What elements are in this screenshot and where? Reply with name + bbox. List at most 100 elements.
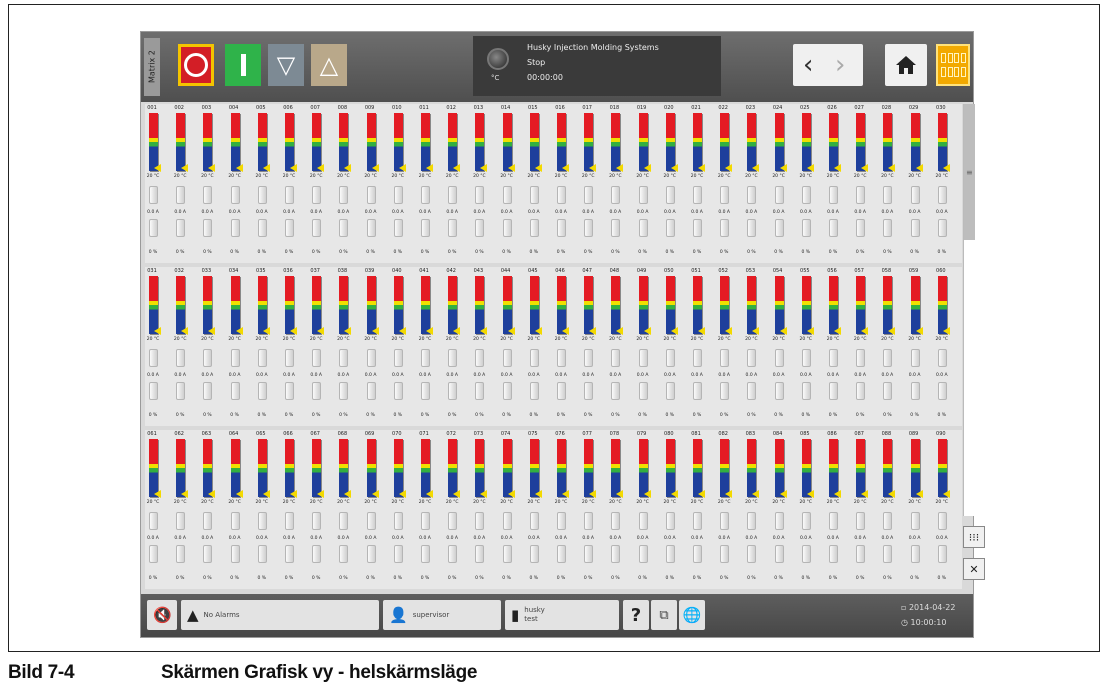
zone-049[interactable]: 049 20 °C 0.0 A 0 % xyxy=(635,267,661,424)
zone-078[interactable]: 078 20 °C 0.0 A 0 % xyxy=(607,430,633,587)
zone-056[interactable]: 056 20 °C 0.0 A 0 % xyxy=(825,267,851,424)
zone-067[interactable]: 067 20 °C 0.0 A 0 % xyxy=(308,430,334,587)
zone-010[interactable]: 010 20 °C 0.0 A 0 % xyxy=(390,104,416,261)
scroll-thumb[interactable]: ≡ xyxy=(964,104,975,240)
zone-025[interactable]: 025 20 °C 0.0 A 0 % xyxy=(798,104,824,261)
zone-001[interactable]: 001 20 °C 0.0 A 0 % xyxy=(145,104,171,261)
zone-046[interactable]: 046 20 °C 0.0 A 0 % xyxy=(553,267,579,424)
zone-021[interactable]: 021 20 °C 0.0 A 0 % xyxy=(689,104,715,261)
zone-007[interactable]: 007 20 °C 0.0 A 0 % xyxy=(308,104,334,261)
zone-074[interactable]: 074 20 °C 0.0 A 0 % xyxy=(499,430,525,587)
vertical-scrollbar[interactable]: ≡ xyxy=(963,104,975,516)
zone-048[interactable]: 048 20 °C 0.0 A 0 % xyxy=(607,267,633,424)
zone-005[interactable]: 005 20 °C 0.0 A 0 % xyxy=(254,104,280,261)
zone-047[interactable]: 047 20 °C 0.0 A 0 % xyxy=(580,267,606,424)
zone-080[interactable]: 080 20 °C 0.0 A 0 % xyxy=(662,430,688,587)
zone-066[interactable]: 066 20 °C 0.0 A 0 % xyxy=(281,430,307,587)
zone-064[interactable]: 064 20 °C 0.0 A 0 % xyxy=(227,430,253,587)
zone-045[interactable]: 045 20 °C 0.0 A 0 % xyxy=(526,267,552,424)
deselect-zones-button[interactable]: ✕ xyxy=(963,558,985,580)
setback-button[interactable]: ▽ xyxy=(268,44,304,86)
unit-label[interactable]: °C xyxy=(491,74,499,82)
zone-027[interactable]: 027 20 °C 0.0 A 0 % xyxy=(852,104,878,261)
zone-058[interactable]: 058 20 °C 0.0 A 0 % xyxy=(879,267,905,424)
zone-006[interactable]: 006 20 °C 0.0 A 0 % xyxy=(281,104,307,261)
zone-079[interactable]: 079 20 °C 0.0 A 0 % xyxy=(635,430,661,587)
zone-073[interactable]: 073 20 °C 0.0 A 0 % xyxy=(471,430,497,587)
zone-084[interactable]: 084 20 °C 0.0 A 0 % xyxy=(771,430,797,587)
zone-003[interactable]: 003 20 °C 0.0 A 0 % xyxy=(199,104,225,261)
zone-grid-button[interactable] xyxy=(936,44,970,86)
zone-004[interactable]: 004 20 °C 0.0 A 0 % xyxy=(227,104,253,261)
zone-034[interactable]: 034 20 °C 0.0 A 0 % xyxy=(227,267,253,424)
zone-053[interactable]: 053 20 °C 0.0 A 0 % xyxy=(743,267,769,424)
zone-057[interactable]: 057 20 °C 0.0 A 0 % xyxy=(852,267,878,424)
zone-035[interactable]: 035 20 °C 0.0 A 0 % xyxy=(254,267,280,424)
mute-button[interactable]: 🔇 xyxy=(147,600,177,630)
zone-065[interactable]: 065 20 °C 0.0 A 0 % xyxy=(254,430,280,587)
zone-002[interactable]: 002 20 °C 0.0 A 0 % xyxy=(172,104,198,261)
zone-086[interactable]: 086 20 °C 0.0 A 0 % xyxy=(825,430,851,587)
zone-040[interactable]: 040 20 °C 0.0 A 0 % xyxy=(390,267,416,424)
zone-026[interactable]: 026 20 °C 0.0 A 0 % xyxy=(825,104,851,261)
zone-059[interactable]: 059 20 °C 0.0 A 0 % xyxy=(907,267,933,424)
zone-069[interactable]: 069 20 °C 0.0 A 0 % xyxy=(363,430,389,587)
home-button[interactable] xyxy=(885,44,927,86)
zone-008[interactable]: 008 20 °C 0.0 A 0 % xyxy=(335,104,361,261)
start-button[interactable] xyxy=(225,44,261,86)
alarms-button[interactable]: ▲ No Alarms xyxy=(181,600,379,630)
zone-029[interactable]: 029 20 °C 0.0 A 0 % xyxy=(907,104,933,261)
zone-028[interactable]: 028 20 °C 0.0 A 0 % xyxy=(879,104,905,261)
language-button[interactable]: 🌐 xyxy=(679,600,705,630)
zone-070[interactable]: 070 20 °C 0.0 A 0 % xyxy=(390,430,416,587)
zone-061[interactable]: 061 20 °C 0.0 A 0 % xyxy=(145,430,171,587)
zone-038[interactable]: 038 20 °C 0.0 A 0 % xyxy=(335,267,361,424)
zone-071[interactable]: 071 20 °C 0.0 A 0 % xyxy=(417,430,443,587)
zone-041[interactable]: 041 20 °C 0.0 A 0 % xyxy=(417,267,443,424)
zone-043[interactable]: 043 20 °C 0.0 A 0 % xyxy=(471,267,497,424)
screenshot-button[interactable]: ⧉ xyxy=(651,600,677,630)
zone-082[interactable]: 082 20 °C 0.0 A 0 % xyxy=(716,430,742,587)
help-button[interactable]: ? xyxy=(623,600,649,630)
zone-037[interactable]: 037 20 °C 0.0 A 0 % xyxy=(308,267,334,424)
zone-062[interactable]: 062 20 °C 0.0 A 0 % xyxy=(172,430,198,587)
zone-022[interactable]: 022 20 °C 0.0 A 0 % xyxy=(716,104,742,261)
zone-089[interactable]: 089 20 °C 0.0 A 0 % xyxy=(907,430,933,587)
select-all-zones-button[interactable]: ⁝⁝⁝ xyxy=(963,526,985,548)
zone-088[interactable]: 088 20 °C 0.0 A 0 % xyxy=(879,430,905,587)
zone-012[interactable]: 012 20 °C 0.0 A 0 % xyxy=(444,104,470,261)
zone-013[interactable]: 013 20 °C 0.0 A 0 % xyxy=(471,104,497,261)
zone-030[interactable]: 030 20 °C 0.0 A 0 % xyxy=(934,104,960,261)
zone-011[interactable]: 011 20 °C 0.0 A 0 % xyxy=(417,104,443,261)
stop-button[interactable] xyxy=(178,44,214,86)
zone-009[interactable]: 009 20 °C 0.0 A 0 % xyxy=(363,104,389,261)
zone-083[interactable]: 083 20 °C 0.0 A 0 % xyxy=(743,430,769,587)
zone-087[interactable]: 087 20 °C 0.0 A 0 % xyxy=(852,430,878,587)
nav-prev-button[interactable]: ‹ xyxy=(803,50,813,80)
zone-052[interactable]: 052 20 °C 0.0 A 0 % xyxy=(716,267,742,424)
nav-next-button[interactable]: › xyxy=(835,50,845,80)
zone-090[interactable]: 090 20 °C 0.0 A 0 % xyxy=(934,430,960,587)
zone-031[interactable]: 031 20 °C 0.0 A 0 % xyxy=(145,267,171,424)
boost-button[interactable]: △ xyxy=(311,44,347,86)
zone-020[interactable]: 020 20 °C 0.0 A 0 % xyxy=(662,104,688,261)
zone-024[interactable]: 024 20 °C 0.0 A 0 % xyxy=(771,104,797,261)
zone-051[interactable]: 051 20 °C 0.0 A 0 % xyxy=(689,267,715,424)
zone-075[interactable]: 075 20 °C 0.0 A 0 % xyxy=(526,430,552,587)
user-button[interactable]: 👤 supervisor xyxy=(383,600,501,630)
zone-023[interactable]: 023 20 °C 0.0 A 0 % xyxy=(743,104,769,261)
zone-055[interactable]: 055 20 °C 0.0 A 0 % xyxy=(798,267,824,424)
matrix-tab[interactable]: Matrix 2 xyxy=(144,38,160,96)
zone-014[interactable]: 014 20 °C 0.0 A 0 % xyxy=(499,104,525,261)
zone-054[interactable]: 054 20 °C 0.0 A 0 % xyxy=(771,267,797,424)
zone-081[interactable]: 081 20 °C 0.0 A 0 % xyxy=(689,430,715,587)
zone-039[interactable]: 039 20 °C 0.0 A 0 % xyxy=(363,267,389,424)
zone-050[interactable]: 050 20 °C 0.0 A 0 % xyxy=(662,267,688,424)
zone-036[interactable]: 036 20 °C 0.0 A 0 % xyxy=(281,267,307,424)
zone-042[interactable]: 042 20 °C 0.0 A 0 % xyxy=(444,267,470,424)
zone-063[interactable]: 063 20 °C 0.0 A 0 % xyxy=(199,430,225,587)
zone-072[interactable]: 072 20 °C 0.0 A 0 % xyxy=(444,430,470,587)
zone-018[interactable]: 018 20 °C 0.0 A 0 % xyxy=(607,104,633,261)
zone-015[interactable]: 015 20 °C 0.0 A 0 % xyxy=(526,104,552,261)
zone-076[interactable]: 076 20 °C 0.0 A 0 % xyxy=(553,430,579,587)
